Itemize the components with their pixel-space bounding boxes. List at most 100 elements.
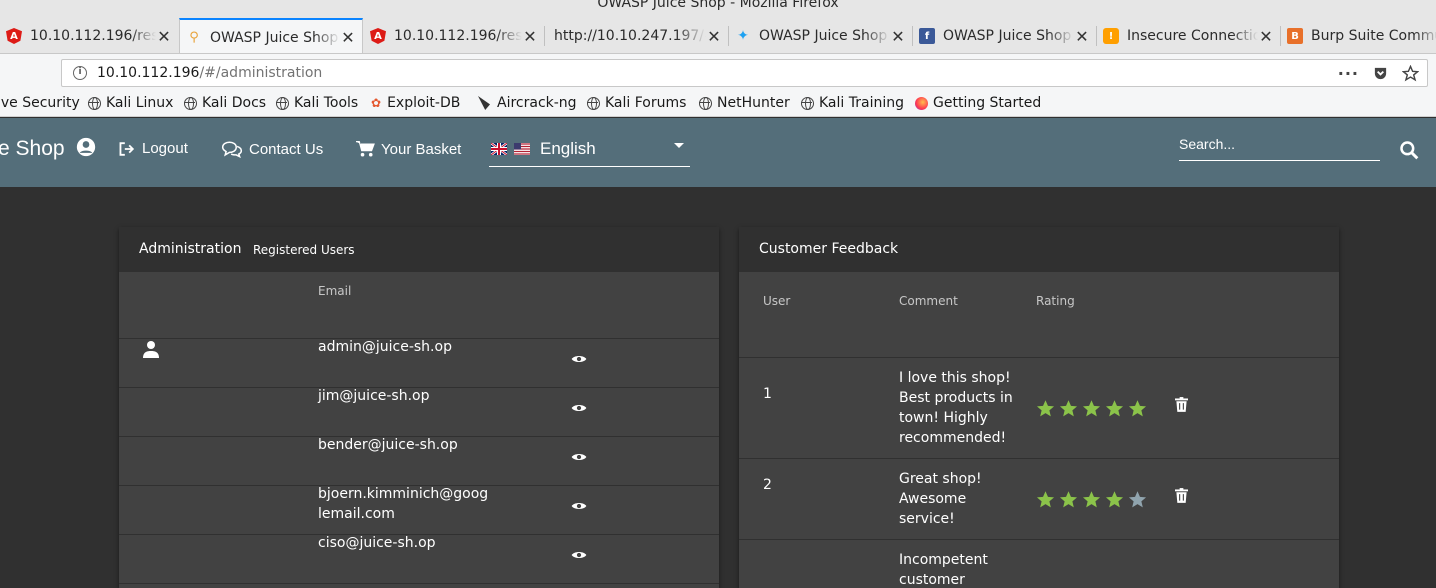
tab-2-active[interactable]: ⚲ OWASP Juice Shop ✕ (179, 18, 363, 53)
basket-button[interactable]: Your Basket (355, 140, 461, 158)
table-row: bjoern.kimminich@goog lemail.com (119, 485, 719, 534)
tab-title: Burp Suite Community (1311, 28, 1436, 44)
address-bar[interactable]: i 10.10.112.196/#/administration ··· (61, 59, 1428, 87)
comment-line: Incompetent (899, 552, 988, 568)
language-select[interactable]: English (489, 131, 690, 167)
registered-users-card: Administration Registered Users Email ad… (119, 227, 719, 588)
feedback-row: 1 I love this shop! Best products in tow… (739, 357, 1339, 458)
feedback-row: 2 Great shop! Awesome service! (739, 458, 1339, 539)
user-column-header: User (763, 294, 791, 308)
navigation-bar: i 10.10.112.196/#/administration ··· (0, 54, 1436, 91)
url-path: /#/administration (199, 65, 323, 81)
comments-icon (221, 141, 243, 158)
star-icon (1128, 400, 1147, 417)
tab-7[interactable]: ! Insecure Connection ✕ (1097, 18, 1280, 53)
tab-6[interactable]: f OWASP Juice Shop ✕ (913, 18, 1096, 53)
card-title: Customer Feedback (759, 241, 899, 257)
bookmark-getting-started[interactable]: Getting Started (915, 95, 1041, 111)
bookmark-aircrack-ng[interactable]: Aircrack-ng (478, 95, 577, 111)
bookmark-exploit-db[interactable]: ✿ Exploit-DB (371, 95, 460, 111)
bookmark-label: Kali Docs (202, 95, 267, 111)
eye-icon[interactable] (571, 451, 587, 463)
close-icon[interactable]: ✕ (890, 27, 906, 46)
uk-flag-icon (491, 142, 507, 155)
search-icon[interactable] (1399, 140, 1419, 160)
search-input[interactable]: Search... (1179, 136, 1380, 161)
facebook-icon: f (919, 28, 935, 44)
close-icon[interactable]: ✕ (522, 27, 538, 46)
brand-title[interactable]: e Shop (0, 137, 96, 161)
close-icon[interactable]: ✕ (340, 28, 356, 47)
comment-line: Best products in (899, 390, 1013, 406)
bookmark-kali-training[interactable]: Kali Training (801, 95, 904, 111)
us-flag-icon (514, 142, 530, 155)
bookmark-label: Kali Forums (605, 95, 687, 111)
angular-icon: A (6, 28, 22, 44)
bookmark-label: Kali Tools (294, 95, 359, 111)
eye-icon[interactable] (571, 402, 587, 414)
eye-icon[interactable] (571, 353, 587, 365)
tab-3[interactable]: A 10.10.112.196/rest/ ✕ (364, 18, 544, 53)
tab-strip: A 10.10.112.196/rest/ ✕ ⚲ OWASP Juice Sh… (0, 18, 1436, 54)
close-icon[interactable]: ✕ (156, 27, 172, 46)
card-title: Administration (139, 241, 242, 257)
comment-line: customer (899, 572, 965, 588)
bookmark-label: Getting Started (933, 95, 1042, 111)
bookmark-label: Aircrack-ng (497, 95, 577, 111)
user-email: ciso@juice-sh.op (318, 535, 436, 551)
feedback-row: Incompetent customer (739, 539, 1339, 588)
more-icon[interactable]: ··· (1338, 64, 1359, 83)
logout-label: Logout (142, 140, 188, 157)
star-icon (1036, 491, 1055, 508)
star-bookmark-icon[interactable] (1402, 65, 1419, 82)
tab-title: OWASP Juice Shop (943, 28, 1072, 44)
pocket-icon[interactable] (1373, 66, 1388, 81)
url-host: 10.10.112.196 (97, 65, 200, 81)
account-icon[interactable] (76, 137, 96, 157)
tab-1[interactable]: A 10.10.112.196/rest/ ✕ (0, 18, 178, 53)
close-icon[interactable]: ✕ (706, 27, 722, 46)
tab-4[interactable]: http://10.10.247.197/# ✕ (545, 18, 728, 53)
customer-feedback-card: Customer Feedback User Comment Rating 1 … (739, 227, 1339, 588)
globe-icon (699, 96, 712, 110)
tab-title: 10.10.112.196/rest/ (30, 28, 156, 44)
logout-button[interactable]: Logout (118, 140, 188, 157)
tab-title: OWASP Juice Shop (210, 29, 339, 46)
tab-title: http://10.10.247.197/# (554, 28, 706, 44)
bookmark-kali-tools[interactable]: Kali Tools (276, 95, 358, 111)
user-email: jim@juice-sh.op (318, 388, 430, 404)
star-icon (1105, 491, 1124, 508)
star-icon (1082, 400, 1101, 417)
bookmark-nethunter[interactable]: NetHunter (699, 95, 790, 111)
tab-title: Insecure Connection (1127, 28, 1258, 44)
globe-icon (88, 96, 101, 110)
comment-line: Awesome (899, 491, 967, 507)
tab-8[interactable]: B Burp Suite Community (1281, 18, 1436, 53)
comment-line: service! (899, 511, 955, 527)
bookmark-kali-linux[interactable]: Kali Linux (88, 95, 173, 111)
bookmark-label: ive Security (0, 95, 80, 111)
window-title: OWASP Juice Shop - Mozilla Firefox (0, 0, 1436, 18)
logout-icon (119, 141, 135, 156)
eye-icon[interactable] (571, 549, 587, 561)
bookmark-kali-docs[interactable]: Kali Docs (184, 95, 266, 111)
contact-us-button[interactable]: Contact Us (221, 140, 323, 158)
globe-icon (801, 96, 814, 110)
info-icon[interactable]: i (73, 66, 87, 80)
star-icon (1082, 491, 1101, 508)
trash-icon[interactable] (1175, 397, 1188, 412)
tab-5[interactable]: ✦ OWASP Juice Shop ✕ (729, 18, 912, 53)
bookmark-offensive-security[interactable]: ive Security (0, 95, 80, 111)
burp-icon: B (1287, 28, 1303, 44)
rating-column-header: Rating (1036, 294, 1075, 308)
user-email: admin@juice-sh.op (318, 339, 452, 355)
close-icon[interactable]: ✕ (1258, 27, 1274, 46)
comment-column-header: Comment (899, 294, 958, 308)
trash-icon[interactable] (1175, 488, 1188, 503)
star-icon (1059, 400, 1078, 417)
card-subtitle: Registered Users (253, 243, 355, 257)
bookmark-kali-forums[interactable]: Kali Forums (587, 95, 686, 111)
eye-icon[interactable] (571, 500, 587, 512)
bookmark-label: Kali Training (819, 95, 904, 111)
close-icon[interactable]: ✕ (1074, 27, 1090, 46)
